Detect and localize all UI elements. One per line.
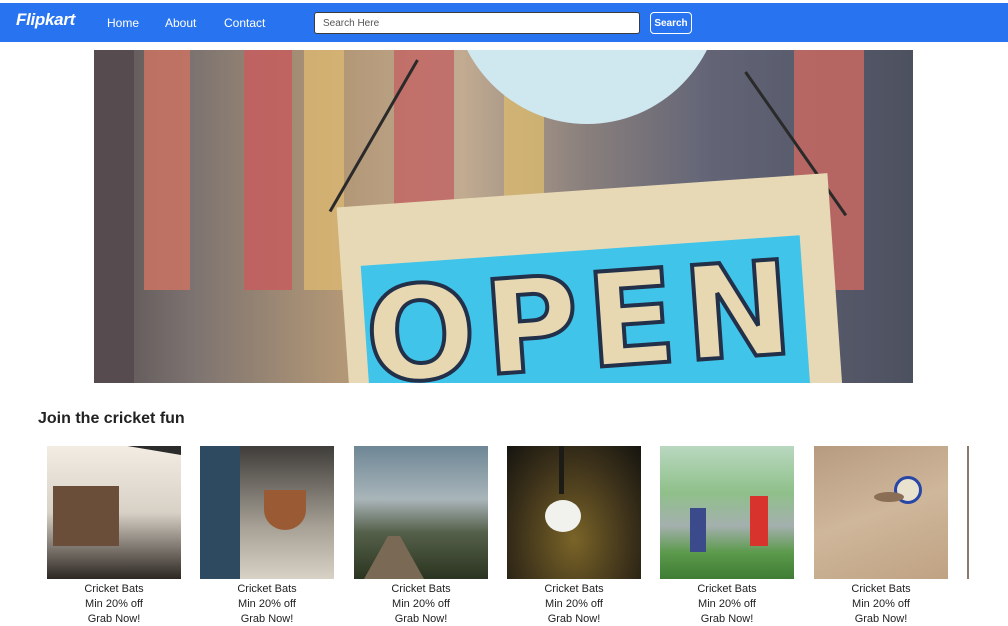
product-title: Cricket Bats [84, 583, 144, 595]
product-image[interactable] [507, 446, 641, 579]
search-button[interactable]: Search [650, 12, 692, 34]
section-title: Join the cricket fun [38, 410, 185, 427]
nav-link-contact[interactable]: Contact [224, 16, 265, 30]
product-title: Cricket Bats [544, 583, 604, 595]
product-image[interactable] [660, 446, 794, 579]
grab-now-link[interactable]: Grab Now! [200, 612, 334, 626]
hero-banner: OPEN [94, 50, 913, 383]
product-offer: Min 20% off [852, 598, 910, 610]
grab-now-link[interactable]: Grab Now! [47, 612, 181, 626]
navbar: Flipkart Home About Contact Search [0, 3, 1008, 42]
product-image[interactable] [200, 446, 334, 579]
product-card[interactable]: Cricket Bats Min 20% off Grab Now! [660, 446, 794, 626]
product-title: Cricket Bats [391, 583, 451, 595]
product-card[interactable]: Cricket Bats Min 20% off Grab Now! [507, 446, 641, 626]
open-sign: OPEN [336, 173, 844, 383]
product-image[interactable] [354, 446, 488, 579]
product-offer: Min 20% off [85, 598, 143, 610]
product-offer: Min 20% off [698, 598, 756, 610]
product-offer: Min 20% off [545, 598, 603, 610]
grab-now-link[interactable]: Grab Now! [507, 612, 641, 626]
search-input[interactable] [314, 12, 640, 34]
product-title: Cricket Bats [697, 583, 757, 595]
nav-link-about[interactable]: About [165, 16, 196, 30]
product-offer: Min 20% off [392, 598, 450, 610]
product-card[interactable]: Cricket Bats Min 20% off Grab Now! [814, 446, 948, 626]
grab-now-link[interactable]: Grab Now! [660, 612, 794, 626]
product-offer: Min 20% off [238, 598, 296, 610]
open-sign-text: OPEN [358, 230, 807, 383]
product-card[interactable]: Cricket Bats Min 20% off Grab Now! [200, 446, 334, 626]
product-image[interactable] [47, 446, 181, 579]
product-image[interactable] [814, 446, 948, 579]
product-title: Cricket Bats [851, 583, 911, 595]
grab-now-link[interactable]: Grab Now! [814, 612, 948, 626]
product-card[interactable]: Cricket Bats Min 20% off Grab Now! [47, 446, 181, 626]
product-title: Cricket Bats [237, 583, 297, 595]
grab-now-link[interactable]: Grab Now! [354, 612, 488, 626]
product-card-partial[interactable] [967, 446, 969, 579]
brand-logo[interactable]: Flipkart [16, 10, 75, 30]
nav-link-home[interactable]: Home [107, 16, 139, 30]
product-card[interactable]: Cricket Bats Min 20% off Grab Now! [354, 446, 488, 626]
